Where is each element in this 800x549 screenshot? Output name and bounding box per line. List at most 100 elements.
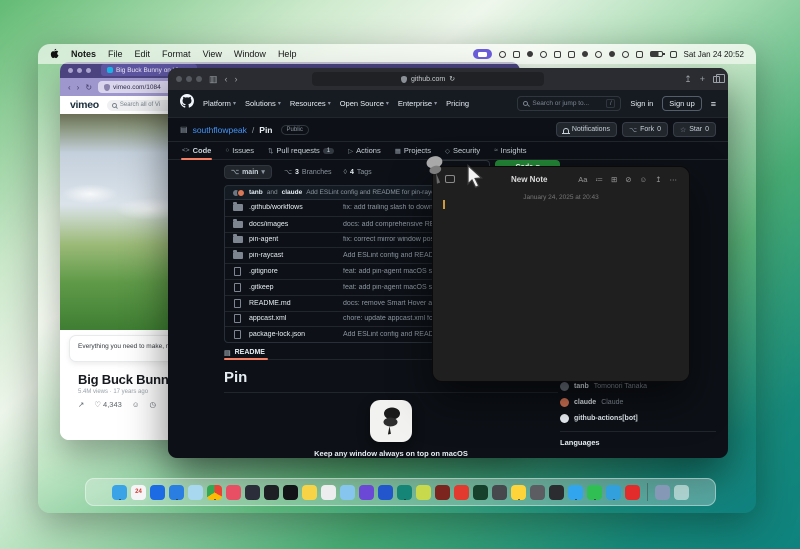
file-name[interactable]: .github/workflows — [249, 204, 337, 211]
status-camera-icon[interactable] — [582, 51, 588, 57]
share-icon[interactable]: ↗ — [78, 400, 84, 409]
commit-author[interactable]: claude — [282, 189, 303, 196]
dock-messages-beta[interactable] — [340, 485, 355, 500]
dock-finder[interactable] — [112, 485, 127, 500]
menubar-menu-item[interactable]: Edit — [135, 49, 151, 59]
github-logo-icon[interactable] — [180, 94, 194, 113]
status-screenshot-icon[interactable] — [568, 51, 575, 58]
status-control-center-icon[interactable] — [636, 51, 643, 58]
tab-overview-icon[interactable] — [713, 76, 720, 83]
hamburger-icon[interactable]: ≡ — [711, 99, 716, 109]
status-screen-recording-icon[interactable] — [473, 49, 492, 59]
vimeo-logo[interactable]: vimeo — [70, 99, 99, 111]
back-icon[interactable]: ‹ — [68, 83, 71, 92]
dock-keynote[interactable] — [530, 485, 545, 500]
nav-item-platform[interactable]: Platform▾ — [203, 99, 236, 108]
file-name[interactable]: docs/images — [249, 221, 337, 228]
like-button[interactable]: ♡ 4,343 — [94, 400, 122, 409]
note-body[interactable] — [443, 211, 679, 371]
menubar-menu-item[interactable]: Window — [234, 49, 266, 59]
format-icon[interactable]: Aa — [578, 175, 587, 184]
tab-insights[interactable]: ≈ Insights — [488, 142, 532, 159]
contributor-row[interactable]: claude Claude — [560, 394, 716, 410]
table-icon[interactable]: ⊞ — [611, 175, 617, 184]
nav-item-pricing[interactable]: Pricing▾ — [446, 99, 469, 108]
dock-calendar[interactable]: 24 — [131, 485, 146, 500]
file-name[interactable]: .gitignore — [249, 268, 337, 275]
menubar-menu-item[interactable]: Help — [278, 49, 297, 59]
dock-darkgreen-app[interactable] — [473, 485, 488, 500]
dock-darkred-app[interactable] — [435, 485, 450, 500]
dock-figma[interactable] — [321, 485, 336, 500]
dock-gray-app[interactable] — [492, 485, 507, 500]
dock-notes[interactable] — [511, 485, 526, 500]
notifications-button[interactable]: Notifications — [556, 122, 617, 137]
dock-maps[interactable] — [188, 485, 203, 500]
status-clipboard-icon[interactable] — [554, 51, 561, 58]
traffic-lights[interactable] — [176, 76, 202, 82]
file-name[interactable]: README.md — [249, 300, 337, 307]
commit-author[interactable]: tanb — [249, 189, 263, 196]
github-search-input[interactable]: Search or jump to... / — [517, 96, 621, 111]
dock-dark-app[interactable] — [549, 485, 564, 500]
dock-terminal[interactable] — [264, 485, 279, 500]
status-focus-icon[interactable] — [609, 51, 615, 57]
dock-chrome[interactable] — [207, 485, 222, 500]
refresh-icon[interactable]: ↻ — [449, 75, 455, 83]
branch-selector[interactable]: ⌥ main ▾ — [224, 165, 272, 179]
tab-actions[interactable]: ▷ Actions — [342, 142, 387, 159]
nav-item-enterprise[interactable]: Enterprise▾ — [398, 99, 437, 108]
status-shortcuts-icon[interactable] — [499, 51, 506, 58]
forward-icon[interactable]: › — [77, 83, 80, 92]
dock-trash[interactable] — [674, 485, 689, 500]
branches-link[interactable]: ⌥3Branches — [284, 168, 332, 176]
file-name[interactable]: pin-raycast — [249, 252, 337, 259]
dock-android-studio[interactable] — [416, 485, 431, 500]
dock-music[interactable] — [625, 485, 640, 500]
checklist-icon[interactable]: ≔ — [595, 175, 603, 184]
sidebar-icon[interactable]: ▥ — [209, 74, 218, 85]
status-wifi-icon[interactable] — [622, 51, 629, 58]
address-bar[interactable]: github.com ↻ — [312, 72, 544, 86]
file-name[interactable]: package-lock.json — [249, 331, 337, 338]
menubar-menu-item[interactable]: Format — [162, 49, 191, 59]
forward-icon[interactable]: › — [235, 74, 238, 84]
menubar-clock[interactable]: Sat Jan 24 20:52 — [684, 50, 745, 59]
sign-up-button[interactable]: Sign up — [662, 96, 701, 111]
dock-red-app[interactable] — [454, 485, 469, 500]
dock-mail[interactable] — [169, 485, 184, 500]
nav-item-resources[interactable]: Resources▾ — [290, 99, 331, 108]
status-spotlight-icon[interactable] — [595, 51, 602, 58]
dock-app-store[interactable] — [150, 485, 165, 500]
file-name[interactable]: pin-agent — [249, 236, 337, 243]
back-icon[interactable]: ‹ — [225, 74, 228, 84]
share-icon[interactable]: ↥ — [655, 175, 661, 184]
more-icon[interactable]: ⋯ — [670, 175, 678, 184]
attachment-icon[interactable]: ⊘ — [625, 175, 631, 184]
traffic-lights[interactable] — [68, 68, 91, 73]
dock-teal-app[interactable] — [397, 485, 412, 500]
dock-slack[interactable] — [302, 485, 317, 500]
dock-photos[interactable] — [226, 485, 241, 500]
nav-item-open-source[interactable]: Open Source▾ — [340, 99, 389, 108]
status-battery-icon[interactable] — [650, 51, 663, 57]
share-icon[interactable]: ↥ — [684, 74, 692, 85]
status-stage-manager-icon[interactable] — [513, 51, 520, 58]
dock-blue-app[interactable] — [378, 485, 393, 500]
dock-wechat[interactable] — [587, 485, 602, 500]
fork-button[interactable]: ⌥Fork0 — [622, 122, 668, 137]
menubar-menu-item[interactable]: View — [203, 49, 222, 59]
tab-code[interactable]: <> Code — [176, 142, 217, 159]
menubar-menu-item[interactable]: File — [108, 49, 123, 59]
refresh-icon[interactable]: ↻ — [85, 83, 92, 92]
status-fast-user-switch-icon[interactable] — [670, 51, 677, 58]
sign-in-link[interactable]: Sign in — [630, 99, 653, 108]
tags-link[interactable]: ◊4Tags — [344, 169, 372, 176]
watch-later-icon[interactable]: ◷ — [149, 400, 156, 409]
dock-downloads[interactable] — [655, 485, 670, 500]
new-tab-icon[interactable]: + — [700, 74, 705, 84]
repo-owner-link[interactable]: southflowpeak — [193, 125, 247, 135]
tab-pull-requests[interactable]: ⇅ Pull requests 1 — [262, 142, 340, 159]
file-name[interactable]: appcast.xml — [249, 315, 337, 322]
dock-vscode[interactable] — [245, 485, 260, 500]
